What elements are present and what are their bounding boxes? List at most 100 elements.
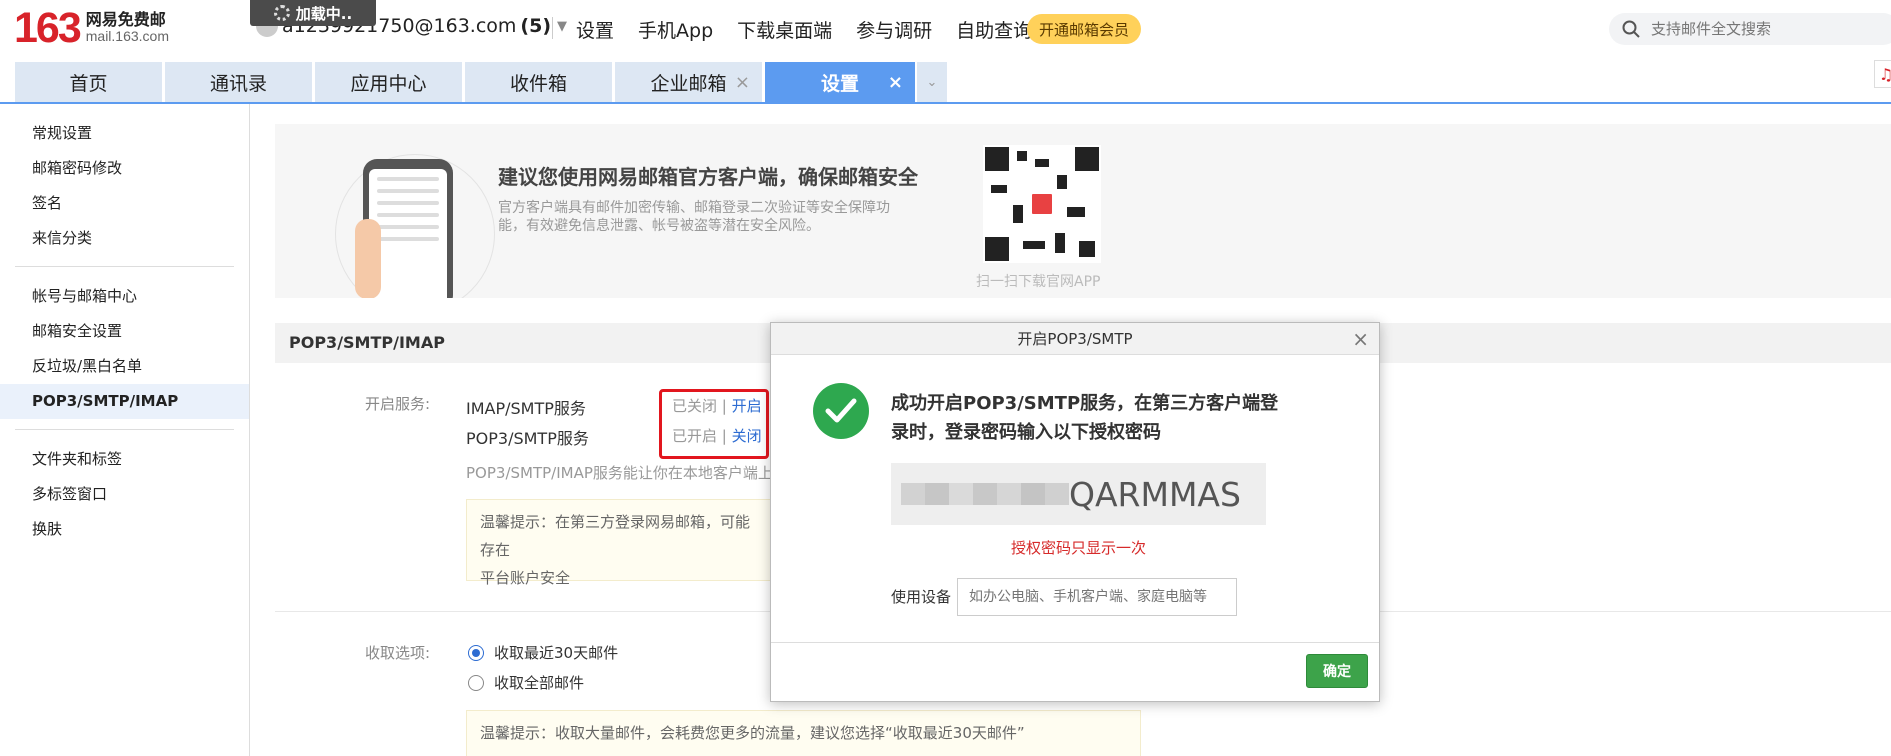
banner-description: 官方客户端具有邮件加密传输、邮箱登录二次验证等安全保障功能，有效避免信息泄露、帐… [498, 200, 890, 234]
link-survey[interactable]: 参与调研 [856, 16, 932, 43]
phone-line [377, 237, 439, 241]
link-mobile-app[interactable]: 手机App [638, 16, 713, 43]
tab-underline [0, 102, 1891, 104]
qr-finder [985, 147, 1009, 171]
link-desktop-download[interactable]: 下载桌面端 [737, 16, 832, 43]
logo-en: mail.163.com [85, 28, 170, 44]
tab-contacts[interactable]: 通讯录 [165, 62, 312, 102]
sidebar-item-multi-tab[interactable]: 多标签窗口 [0, 477, 249, 512]
sidebar-item-pop3[interactable]: POP3/SMTP/IMAP [0, 384, 249, 419]
search-icon [1622, 20, 1640, 38]
traffic-tip: 温馨提示：收取大量邮件，会耗费您更多的流量，建议您选择“收取最近30天邮件” [466, 710, 1141, 756]
tip-line: 平台账户安全 [480, 569, 571, 587]
settings-sidebar: 常规设置 邮箱密码修改 签名 来信分类 帐号与邮箱中心 邮箱安全设置 反垃圾/黑… [0, 104, 250, 756]
radio-unchecked-icon [468, 674, 484, 691]
sidebar-item-general[interactable]: 常规设置 [0, 116, 249, 151]
search-input[interactable] [1651, 20, 1891, 38]
phone-line [377, 213, 439, 217]
radio-checked-icon [468, 644, 484, 661]
blur-cell [925, 483, 949, 505]
tab-label: 通讯录 [209, 72, 267, 95]
sidebar-item-mail-sorting[interactable]: 来信分类 [0, 221, 249, 256]
qr-finder [1075, 147, 1099, 171]
blur-cell [1021, 483, 1045, 505]
search-box[interactable] [1609, 13, 1891, 45]
receive-label: 收取选项: [365, 644, 431, 662]
confirm-button[interactable]: 确定 [1306, 654, 1368, 688]
auth-code-box[interactable]: QARMMAS [891, 463, 1266, 525]
tab-inbox[interactable]: 收件箱 [465, 62, 612, 102]
sidebar-group-misc: 文件夹和标签 多标签窗口 换肤 [0, 442, 249, 547]
hand-illustration [355, 219, 381, 298]
close-icon[interactable]: × [888, 72, 903, 93]
sidebar-item-security[interactable]: 邮箱安全设置 [0, 314, 249, 349]
dialog-title: 开启POP3/SMTP [1017, 330, 1133, 348]
chevron-down-icon: ▼ [557, 18, 568, 34]
tab-bar: 首页 通讯录 应用中心 收件箱 企业邮箱 × 设置 × ⌄ [15, 62, 947, 102]
qr-module [1023, 241, 1045, 249]
sidebar-item-skin[interactable]: 换肤 [0, 512, 249, 547]
banner-title: 建议您使用网易邮箱官方客户端，确保邮箱安全 [498, 165, 918, 189]
tab-settings[interactable]: 设置 × [765, 62, 915, 102]
loading-toast: 加载中.. [250, 0, 376, 26]
vip-button[interactable]: 开通邮箱会员 [1027, 14, 1142, 44]
tab-enterprise-mail[interactable]: 企业邮箱 × [615, 62, 762, 102]
blur-cell [949, 483, 973, 505]
sidebar-item-account-center[interactable]: 帐号与邮箱中心 [0, 279, 249, 314]
link-settings[interactable]: 设置 [576, 16, 614, 43]
tip-line: 温馨提示：在第三方登录网易邮箱，可能存在 [480, 513, 751, 559]
app-logo-icon [1030, 192, 1054, 216]
radio-recent-30-days[interactable]: 收取最近30天邮件 [468, 642, 618, 663]
phone-line [377, 201, 439, 205]
qr-module [1035, 159, 1049, 167]
sidebar-item-antispam[interactable]: 反垃圾/黑白名单 [0, 349, 249, 384]
service-description: POP3/SMTP/IMAP服务能让你在本地客户端上 [466, 464, 773, 482]
close-icon[interactable]: × [735, 72, 750, 93]
top-links: 设置 手机App 下载桌面端 参与调研 自助查询 [576, 16, 1032, 43]
radio-label: 收取全部邮件 [494, 674, 585, 692]
loading-text: 加载中.. [295, 4, 353, 23]
enable-pop3-dialog: 开启POP3/SMTP × 成功开启POP3/SMTP服务，在第三方客户端登录时… [770, 322, 1380, 702]
auth-code-note: 授权密码只显示一次 [1011, 539, 1147, 557]
qr-module [1057, 175, 1067, 189]
logo-cn: 网易免费邮 [85, 10, 166, 29]
qr-finder [985, 237, 1009, 261]
sidebar-item-password[interactable]: 邮箱密码修改 [0, 151, 249, 186]
radio-all-mail[interactable]: 收取全部邮件 [468, 672, 584, 693]
logo[interactable]: 163 网易免费邮 mail.163.com [14, 4, 170, 52]
blur-cell [997, 483, 1021, 505]
device-label: 使用设备 [891, 588, 952, 606]
sidebar-item-folders[interactable]: 文件夹和标签 [0, 442, 249, 477]
sidebar-group-account: 帐号与邮箱中心 邮箱安全设置 反垃圾/黑白名单 POP3/SMTP/IMAP [0, 279, 249, 419]
tab-more-chevron-icon[interactable]: ⌄ [917, 62, 947, 102]
close-icon[interactable]: × [1352, 323, 1369, 355]
checkmark-icon [825, 398, 857, 423]
music-icon[interactable]: ♫ [1874, 60, 1891, 88]
phone-line [377, 177, 439, 181]
blur-cell [1045, 483, 1069, 505]
sidebar-item-signature[interactable]: 签名 [0, 186, 249, 221]
qr-code [983, 145, 1101, 263]
tab-home[interactable]: 首页 [15, 62, 162, 102]
header-divider [552, 17, 553, 39]
unread-count: (5) [520, 15, 552, 37]
auth-code-visible: QARMMAS [1069, 474, 1241, 514]
security-tip: 温馨提示：在第三方登录网易邮箱，可能存在 平台账户安全 [466, 499, 776, 587]
logo-number: 163 [14, 4, 82, 52]
qr-module [1017, 151, 1027, 161]
tab-label: 应用中心 [350, 72, 427, 95]
qr-module [991, 185, 1007, 193]
device-input[interactable] [957, 578, 1237, 616]
tab-app-center[interactable]: 应用中心 [315, 62, 462, 102]
link-self-service[interactable]: 自助查询 [956, 16, 1032, 43]
qr-caption: 扫一扫下载官网APP [976, 274, 1101, 290]
highlight-box [659, 389, 769, 459]
blur-cell [973, 483, 997, 505]
phone-line [377, 189, 439, 193]
mail-app: { "header": { "logo_number": "163", "log… [0, 0, 1891, 756]
tab-label: 首页 [69, 72, 108, 95]
qr-module [1067, 207, 1085, 217]
tab-label: 企业邮箱 [650, 72, 727, 95]
sidebar-divider [15, 429, 234, 430]
sidebar-divider [15, 266, 234, 267]
